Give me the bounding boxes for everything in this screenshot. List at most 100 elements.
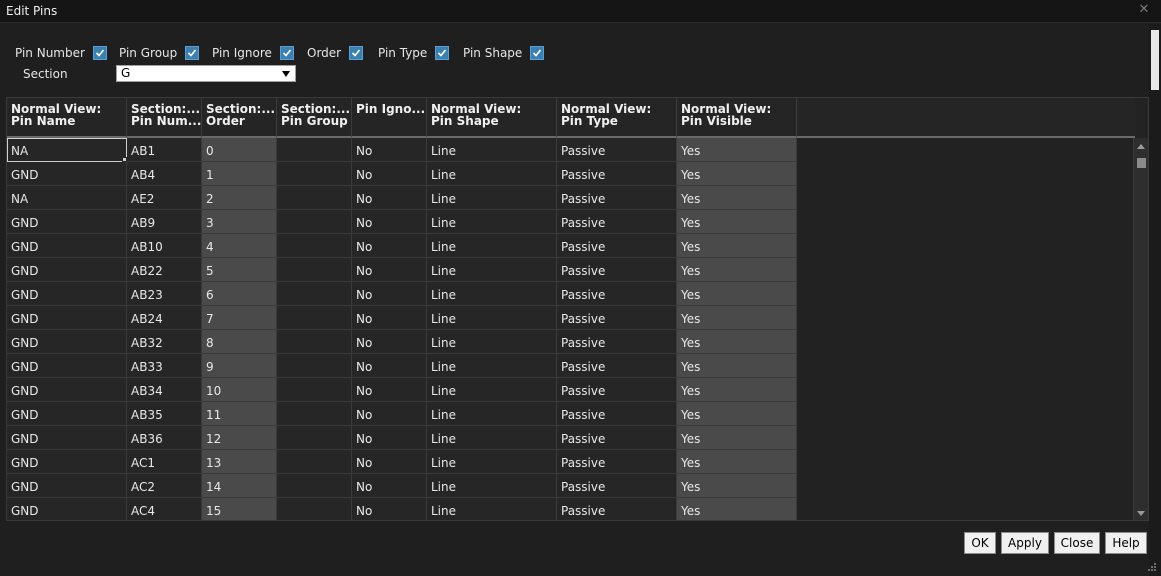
table-cell[interactable]: No: [352, 354, 427, 378]
vertical-scrollbar[interactable]: [1133, 138, 1148, 520]
table-cell[interactable]: Passive: [557, 282, 677, 306]
table-row[interactable]: GND AC2 14 No Line Passive Yes: [7, 474, 797, 498]
table-cell[interactable]: GND: [7, 258, 127, 282]
table-cell[interactable]: [277, 138, 352, 162]
filter-pin-number[interactable]: Pin Number: [15, 44, 107, 62]
table-cell[interactable]: AC4: [127, 498, 202, 520]
table-cell[interactable]: GND: [7, 354, 127, 378]
scroll-down-icon[interactable]: [1137, 511, 1145, 516]
table-cell[interactable]: AC2: [127, 474, 202, 498]
table-cell[interactable]: GND: [7, 234, 127, 258]
table-cell[interactable]: No: [352, 282, 427, 306]
table-cell[interactable]: GND: [7, 282, 127, 306]
order-checkbox[interactable]: [349, 46, 364, 60]
table-cell[interactable]: 10: [202, 378, 277, 402]
table-cell[interactable]: [277, 402, 352, 426]
table-cell[interactable]: AB36: [127, 426, 202, 450]
table-cell[interactable]: Line: [427, 402, 557, 426]
table-cell[interactable]: Line: [427, 138, 557, 162]
table-cell[interactable]: No: [352, 378, 427, 402]
table-cell[interactable]: No: [352, 138, 427, 162]
table-cell[interactable]: Yes: [677, 354, 797, 378]
table-cell[interactable]: Passive: [557, 402, 677, 426]
table-cell[interactable]: 7: [202, 306, 277, 330]
table-cell[interactable]: AB34: [127, 378, 202, 402]
table-cell[interactable]: Line: [427, 378, 557, 402]
column-header[interactable]: Section:... Pin Num...: [127, 98, 202, 138]
table-cell[interactable]: GND: [7, 402, 127, 426]
table-cell[interactable]: Passive: [557, 138, 677, 162]
table-cell[interactable]: No: [352, 258, 427, 282]
table-cell[interactable]: GND: [7, 498, 127, 520]
table-cell[interactable]: 12: [202, 426, 277, 450]
ok-button[interactable]: OK: [964, 532, 996, 554]
resize-grip-icon[interactable]: [1147, 562, 1157, 572]
scroll-up-icon[interactable]: [1137, 144, 1145, 149]
close-button[interactable]: Close: [1054, 532, 1100, 554]
table-cell[interactable]: Line: [427, 498, 557, 520]
table-cell[interactable]: Passive: [557, 474, 677, 498]
table-cell[interactable]: 13: [202, 450, 277, 474]
table-row[interactable]: GND AB24 7 No Line Passive Yes: [7, 306, 797, 330]
table-row[interactable]: GND AC4 15 No Line Passive Yes: [7, 498, 797, 520]
column-header[interactable]: Pin Igno...: [352, 98, 427, 138]
table-cell[interactable]: Yes: [677, 402, 797, 426]
pin-type-checkbox[interactable]: [435, 46, 450, 60]
table-cell[interactable]: AE2: [127, 186, 202, 210]
table-cell[interactable]: Line: [427, 258, 557, 282]
table-cell[interactable]: 3: [202, 210, 277, 234]
table-row[interactable]: GND AB36 12 No Line Passive Yes: [7, 426, 797, 450]
table-cell[interactable]: AB32: [127, 330, 202, 354]
table-cell[interactable]: 4: [202, 234, 277, 258]
pin-ignore-checkbox[interactable]: [279, 46, 294, 60]
filter-order[interactable]: Order: [307, 44, 364, 62]
table-cell[interactable]: Line: [427, 450, 557, 474]
table-cell[interactable]: No: [352, 234, 427, 258]
table-cell[interactable]: AB23: [127, 282, 202, 306]
table-cell[interactable]: GND: [7, 162, 127, 186]
table-cell[interactable]: Yes: [677, 474, 797, 498]
table-cell[interactable]: No: [352, 402, 427, 426]
table-cell[interactable]: [277, 258, 352, 282]
table-cell[interactable]: No: [352, 450, 427, 474]
filter-pin-ignore[interactable]: Pin Ignore: [212, 44, 294, 62]
table-cell[interactable]: Yes: [677, 234, 797, 258]
table-cell[interactable]: Passive: [557, 258, 677, 282]
table-cell[interactable]: [277, 282, 352, 306]
table-cell[interactable]: 8: [202, 330, 277, 354]
table-row[interactable]: GND AB23 6 No Line Passive Yes: [7, 282, 797, 306]
table-cell[interactable]: Line: [427, 282, 557, 306]
table-row[interactable]: GND AB34 10 No Line Passive Yes: [7, 378, 797, 402]
column-header[interactable]: Normal View: Pin Name: [7, 98, 127, 138]
table-cell[interactable]: NA: [7, 186, 127, 210]
table-cell[interactable]: Line: [427, 426, 557, 450]
table-cell[interactable]: No: [352, 498, 427, 520]
section-select[interactable]: G: [116, 65, 296, 82]
table-row[interactable]: GND AC1 13 No Line Passive Yes: [7, 450, 797, 474]
selection-handle[interactable]: [122, 157, 127, 162]
table-cell[interactable]: Passive: [557, 330, 677, 354]
table-cell[interactable]: Passive: [557, 426, 677, 450]
table-row[interactable]: GND AB9 3 No Line Passive Yes: [7, 210, 797, 234]
table-row[interactable]: GND AB4 1 No Line Passive Yes: [7, 162, 797, 186]
table-row[interactable]: GND AB22 5 No Line Passive Yes: [7, 258, 797, 282]
table-cell[interactable]: Yes: [677, 162, 797, 186]
table-cell[interactable]: GND: [7, 378, 127, 402]
table-cell[interactable]: [277, 306, 352, 330]
table-cell[interactable]: [277, 330, 352, 354]
table-cell[interactable]: AB9: [127, 210, 202, 234]
pin-number-checkbox[interactable]: [92, 46, 107, 60]
table-cell[interactable]: GND: [7, 450, 127, 474]
table-cell[interactable]: Passive: [557, 186, 677, 210]
table-cell[interactable]: No: [352, 162, 427, 186]
table-cell[interactable]: [277, 186, 352, 210]
table-cell[interactable]: Line: [427, 210, 557, 234]
table-row[interactable]: NA AE2 2 No Line Passive Yes: [7, 186, 797, 210]
table-cell[interactable]: Passive: [557, 162, 677, 186]
table-row[interactable]: GND AB35 11 No Line Passive Yes: [7, 402, 797, 426]
table-cell[interactable]: GND: [7, 426, 127, 450]
table-cell[interactable]: No: [352, 210, 427, 234]
table-cell[interactable]: [277, 426, 352, 450]
table-cell[interactable]: Line: [427, 354, 557, 378]
table-cell[interactable]: Yes: [677, 258, 797, 282]
